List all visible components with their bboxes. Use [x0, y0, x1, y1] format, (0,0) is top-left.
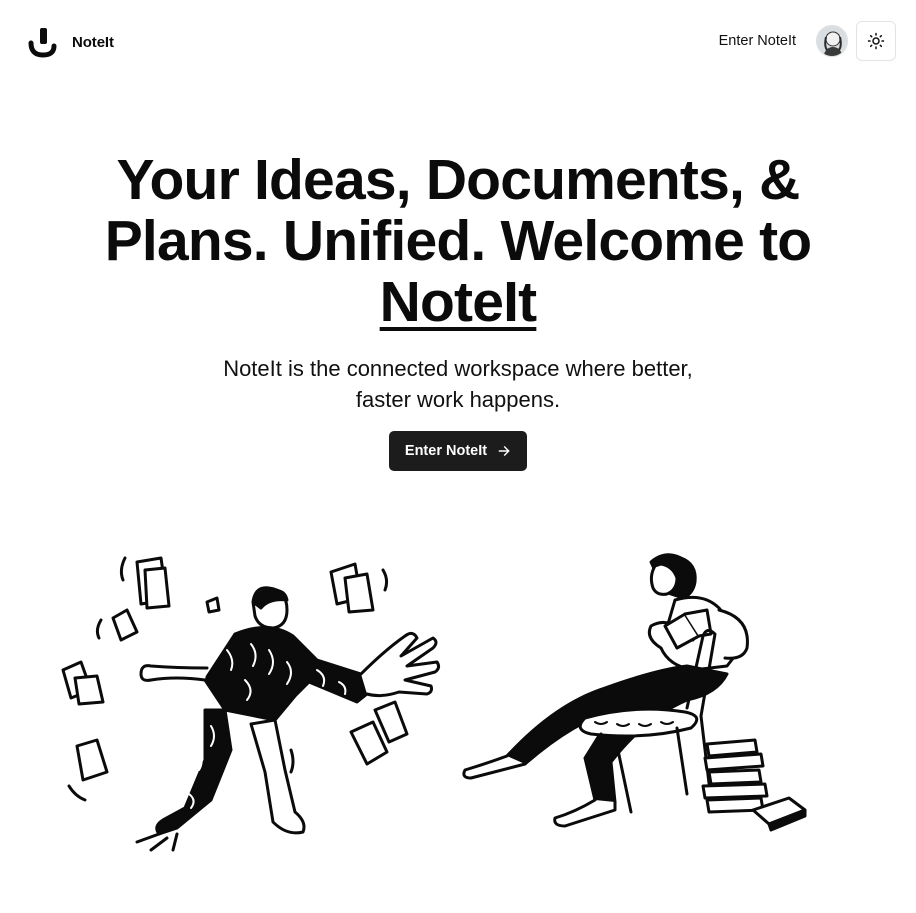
- headline-text: Your Ideas, Documents, & Plans. Unified.…: [104, 148, 812, 273]
- theme-toggle-button[interactable]: [856, 21, 896, 61]
- cta-label: Enter NoteIt: [404, 443, 488, 459]
- hero-subtitle: NoteIt is the connected workspace where …: [223, 356, 693, 412]
- arrow-right-icon: [498, 446, 510, 456]
- user-avatar[interactable]: [816, 25, 848, 57]
- hero-section: Your Ideas, Documents, & Plans. Unified.…: [0, 150, 916, 471]
- nav-actions: Enter NoteIt: [719, 21, 896, 61]
- stressed-man-papers-illustration: [61, 556, 441, 852]
- enter-noteit-button[interactable]: Enter NoteIt: [388, 431, 528, 471]
- avatar-image: [817, 26, 847, 56]
- headline-brand: NoteIt: [379, 270, 537, 334]
- woman-reading-chair-illustration: [462, 553, 807, 832]
- brand-logo-link[interactable]: NoteIt: [28, 26, 114, 58]
- logo-icon: [28, 28, 57, 58]
- hero-headline: Your Ideas, Documents, & Plans. Unified.…: [58, 150, 858, 333]
- brand-name: NoteIt: [72, 33, 114, 51]
- enter-noteit-link[interactable]: Enter NoteIt: [719, 33, 796, 49]
- top-navbar: NoteIt Enter NoteIt: [0, 0, 916, 82]
- sun-icon: [867, 32, 885, 50]
